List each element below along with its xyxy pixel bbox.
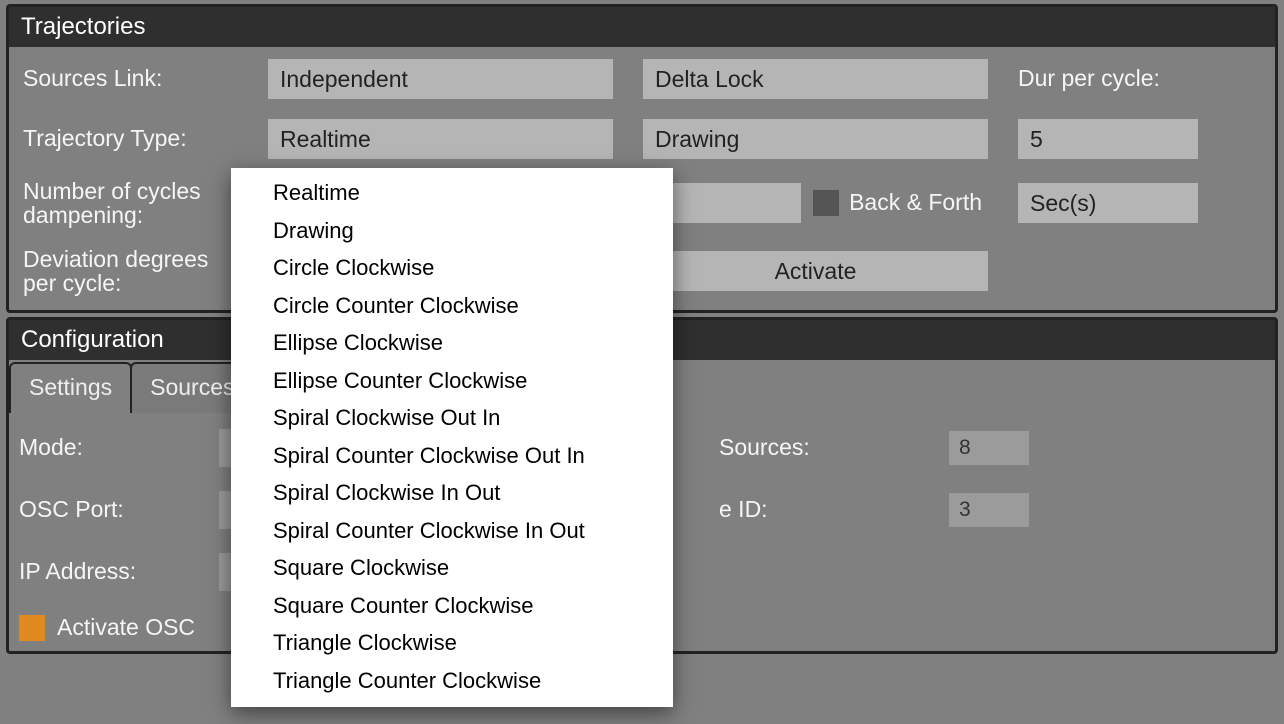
dur-per-cycle-label: Dur per cycle: — [1018, 66, 1218, 91]
delta-lock-label: Delta Lock — [655, 66, 764, 93]
tab-settings-label: Settings — [29, 374, 112, 400]
dropdown-item[interactable]: Ellipse Counter Clockwise — [231, 362, 673, 400]
dropdown-item[interactable]: Spiral Clockwise Out In — [231, 399, 673, 437]
trajectories-header: Trajectories — [9, 7, 1275, 47]
dropdown-item[interactable]: Square Clockwise — [231, 549, 673, 587]
dur-unit-select[interactable]: Sec(s) — [1018, 183, 1198, 223]
activate-osc-label: Activate OSC — [57, 615, 195, 640]
mode-label: Mode: — [19, 435, 189, 460]
source-id-input[interactable]: 3 — [949, 493, 1029, 527]
dropdown-item[interactable]: Ellipse Clockwise — [231, 324, 673, 362]
sources-link-select[interactable]: Independent — [268, 59, 613, 99]
back-forth-row: Back & Forth — [643, 183, 988, 223]
back-forth-label: Back & Forth — [849, 190, 982, 215]
dropdown-item[interactable]: Square Counter Clockwise — [231, 587, 673, 625]
num-cycles-input[interactable] — [651, 183, 801, 223]
dropdown-item[interactable]: Circle Clockwise — [231, 249, 673, 287]
activate-osc-checkbox[interactable] — [19, 615, 45, 641]
tab-settings[interactable]: Settings — [9, 362, 132, 413]
osc-port-label: OSC Port: — [19, 497, 189, 522]
dropdown-item[interactable]: Spiral Clockwise In Out — [231, 474, 673, 512]
drawing-field[interactable]: Drawing — [643, 119, 988, 159]
delta-lock-field[interactable]: Delta Lock — [643, 59, 988, 99]
sources-count-label: Sources: — [719, 435, 919, 460]
trajectory-type-value: Realtime — [280, 126, 371, 153]
dropdown-item[interactable]: Drawing — [231, 212, 673, 250]
dur-per-cycle-input[interactable]: 5 — [1018, 119, 1198, 159]
deviation-label: Deviation degrees per cycle: — [23, 247, 238, 295]
sources-link-value: Independent — [280, 66, 408, 93]
trajectory-type-dropdown[interactable]: RealtimeDrawingCircle ClockwiseCircle Co… — [231, 168, 673, 707]
spacer — [1018, 251, 1218, 291]
trajectory-type-label: Trajectory Type: — [23, 126, 238, 151]
tab-sources-label: Sources — [150, 374, 234, 400]
sources-count-input[interactable]: 8 — [949, 431, 1029, 465]
dropdown-item[interactable]: Spiral Counter Clockwise In Out — [231, 512, 673, 550]
source-id-value: 3 — [959, 498, 971, 522]
sources-count-value: 8 — [959, 436, 971, 460]
dropdown-item[interactable]: Spiral Counter Clockwise Out In — [231, 437, 673, 475]
dur-unit-value: Sec(s) — [1030, 190, 1096, 217]
dropdown-item[interactable]: Triangle Clockwise — [231, 624, 673, 662]
source-id-label: e ID: — [719, 497, 919, 522]
dropdown-item[interactable]: Realtime — [231, 174, 673, 212]
trajectory-type-select[interactable]: Realtime — [268, 119, 613, 159]
dropdown-item[interactable]: Triangle Counter Clockwise — [231, 662, 673, 700]
drawing-value: Drawing — [655, 126, 739, 153]
dropdown-item[interactable]: Circle Counter Clockwise — [231, 287, 673, 325]
dur-per-cycle-value: 5 — [1030, 126, 1043, 153]
back-forth-checkbox[interactable] — [813, 190, 839, 216]
activate-label: Activate — [775, 258, 857, 285]
activate-button[interactable]: Activate — [643, 251, 988, 291]
sources-link-label: Sources Link: — [23, 66, 238, 91]
num-cycles-label: Number of cycles dampening: — [23, 179, 238, 227]
ip-address-label: IP Address: — [19, 559, 189, 584]
